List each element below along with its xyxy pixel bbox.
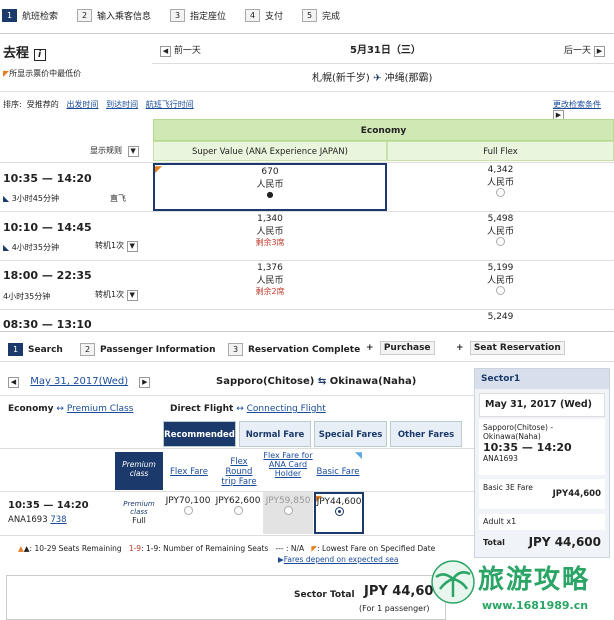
page-title: 去程 i: [3, 42, 46, 61]
adult-count: Adult x1: [479, 514, 605, 530]
en-step-3: 3 Reservation Complete: [228, 343, 360, 356]
route-label: 札幌(新千岁) ✈ 冲绳(那霸): [312, 73, 433, 84]
en-date-nav: ◀ May 31, 2017(Wed) ▶: [8, 376, 151, 388]
en-step-1: 1 Search: [8, 343, 63, 356]
price-basic-selected[interactable]: ◤ JPY44,600: [314, 492, 364, 534]
sector-title: Sector1: [475, 369, 609, 389]
sort-arrival[interactable]: 到达时间: [106, 100, 138, 109]
sort-bar: 排序: 受推荐的 出发时间 到达时间 航班飞行时间: [3, 100, 194, 109]
itinerary-sidebar: Sector1 May 31, 2017 (Wed) Sapporo(Chito…: [474, 368, 610, 558]
en-route: Sapporo(Chitose) ⇆ Okinawa(Naha): [216, 376, 417, 387]
fare-type-flex[interactable]: Flex Fare: [165, 467, 213, 477]
legend: ▲▲: 10-29 Seats Remaining 1-9: 1-9: Numb…: [18, 544, 436, 553]
flight-row[interactable]: 10:10 — 14:45 ◣ 4小时35分钟 转机1次 ▼ 1,340 人民币剩…: [0, 211, 614, 260]
fare-type-basic[interactable]: Basic Fare: [314, 467, 362, 477]
sidebar-total: Total JPY 44,600: [483, 535, 601, 549]
en-step-seat: + Seat Reservation: [456, 341, 565, 355]
prev-day-button[interactable]: ◀ 前一天: [160, 43, 201, 57]
sort-recommended[interactable]: 受推荐的: [27, 100, 59, 109]
price-flex[interactable]: JPY70,100: [163, 496, 213, 518]
airline-logo-icon: ◣: [3, 194, 10, 203]
step-5: 5 完成: [302, 9, 340, 22]
info-icon[interactable]: i: [33, 49, 46, 61]
fare-cell[interactable]: 5,199 人民币: [387, 263, 614, 298]
en-flight-time: 10:35 — 14:20: [8, 500, 89, 511]
swap-icon[interactable]: ⇆: [318, 376, 326, 387]
prev-date-button[interactable]: ◀: [8, 377, 19, 388]
step-4: 4 支付: [245, 9, 283, 22]
tab-special-fares[interactable]: Special Fares: [314, 421, 387, 447]
premium-class-badge: Premium class: [115, 452, 163, 490]
price-flex-round[interactable]: JPY62,600: [213, 496, 263, 518]
fare-type-flex-round[interactable]: Flex Round trip Fare: [218, 457, 260, 487]
fare-cell[interactable]: 5,498 人民币: [387, 214, 614, 249]
col-super-value: Super Value (ANA Experience JAPAN): [153, 141, 387, 161]
sort-duration[interactable]: 航班飞行时间: [146, 100, 194, 109]
sector-total-box: Sector Total JPY 44,600 (For 1 passenger…: [6, 575, 446, 620]
sector-date: May 31, 2017 (Wed): [479, 393, 605, 417]
next-date-button[interactable]: ▶: [139, 377, 151, 388]
fare-cell[interactable]: 1,376 人民币 剩余2席: [153, 263, 387, 297]
flight-row[interactable]: 10:35 — 14:20 ◣ 3小时45分钟 直飞 ◤ 670 人民币 ● 4,3…: [0, 162, 614, 211]
display-rule[interactable]: 显示规则 ▼: [90, 145, 139, 157]
flight-row[interactable]: 08:30 — 13:10 5,249: [0, 309, 614, 331]
step-2: 2 输入乘客信息: [77, 9, 151, 22]
tab-other-fares[interactable]: Other Fares: [390, 421, 462, 447]
fare-cell[interactable]: 4,342 人民币: [387, 165, 614, 200]
airline-logo-icon: ◣: [3, 243, 10, 252]
sector-fare: Basic 3E Fare JPY44,600: [479, 479, 605, 509]
class-toggle: Economy ↔ Premium Class: [8, 404, 134, 414]
next-day-button[interactable]: 后一天 ▶: [564, 43, 605, 57]
sector-flight: Sapporo(Chitose) - Okinawa(Naha) 10:35 —…: [479, 419, 605, 475]
date-link[interactable]: May 31, 2017(Wed): [30, 376, 128, 387]
step-1: 1 航班检索: [2, 9, 58, 22]
connecting-flight-link[interactable]: Connecting Flight: [247, 404, 326, 414]
economy-header: Economy: [153, 119, 614, 141]
step-3: 3 指定座位: [170, 9, 226, 22]
sort-departure[interactable]: 出发时间: [66, 100, 98, 109]
premium-class-link[interactable]: Premium Class: [67, 404, 134, 414]
palm-logo-icon: [431, 560, 475, 604]
full-fare-badge: Premium class Full: [123, 500, 155, 525]
date-label: 5月31日（三）: [350, 45, 421, 56]
date-nav: ◀ 前一天 5月31日（三） 后一天 ▶: [152, 34, 614, 64]
col-full-flex: Full Flex: [387, 141, 614, 161]
fare-cell-selected[interactable]: ◤ 670 人民币 ●: [153, 163, 387, 211]
price-ana-card[interactable]: JPY59,850: [263, 496, 313, 518]
tab-recommended[interactable]: Recommended: [163, 421, 236, 447]
fares-depend-link[interactable]: ▶Fares depend on expected sea: [278, 555, 398, 564]
tab-normal-fare[interactable]: Normal Fare: [239, 421, 311, 447]
en-step-purchase: + Purchase: [366, 341, 435, 355]
en-step-2: 2 Passenger Information: [80, 343, 216, 356]
fare-type-ana-card[interactable]: Flex Fare for ANA Card Holder: [263, 451, 313, 478]
en-flight-no: ANA1693 738: [8, 515, 67, 525]
fare-cell[interactable]: 1,340 人民币 剩余3席: [153, 214, 387, 248]
watermark: 旅游攻略 www.1681989.cn: [430, 555, 614, 620]
aircraft-link[interactable]: 738: [50, 515, 66, 525]
change-search-link[interactable]: 更改检索条件 ▶: [553, 99, 614, 121]
flight-row[interactable]: 18:00 — 22:35 4小时35分钟 转机1次 ▼ 1,376 人民币 剩余2…: [0, 260, 614, 309]
lowest-note: ◤所显示票价中最低价: [3, 69, 82, 78]
flight-toggle: Direct Flight ↔ Connecting Flight: [170, 404, 326, 414]
